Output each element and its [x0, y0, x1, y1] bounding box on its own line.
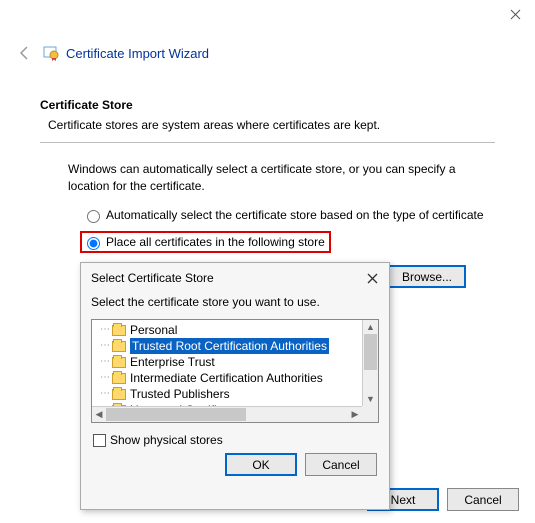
- tree-item[interactable]: ⋯Trusted Root Certification Authorities: [92, 338, 378, 354]
- radio-place-label: Place all certificates in the following …: [106, 235, 325, 249]
- scroll-thumb-h[interactable]: [106, 408, 246, 421]
- scroll-right-icon[interactable]: ▶: [348, 407, 362, 422]
- dialog-title: Select Certificate Store: [91, 271, 214, 285]
- radio-auto-select[interactable]: Automatically select the certificate sto…: [82, 207, 495, 223]
- scroll-thumb-v[interactable]: [364, 334, 377, 370]
- tree-item[interactable]: ⋯Personal: [92, 322, 378, 338]
- dialog-instruction: Select the certificate store you want to…: [81, 289, 389, 319]
- body-text: Windows can automatically select a certi…: [68, 161, 467, 195]
- folder-icon: [112, 325, 126, 336]
- tree-item-label: Trusted Publishers: [130, 386, 230, 402]
- show-physical-stores[interactable]: Show physical stores: [81, 423, 389, 453]
- ok-button[interactable]: OK: [225, 453, 297, 476]
- section-description: Certificate stores are system areas wher…: [40, 118, 495, 132]
- scroll-corner: [362, 406, 378, 422]
- radio-auto-label: Automatically select the certificate sto…: [106, 208, 484, 222]
- tree-item-label: Trusted Root Certification Authorities: [130, 338, 329, 354]
- select-store-dialog: Select Certificate Store Select the cert…: [80, 262, 390, 510]
- scroll-up-icon[interactable]: ▲: [363, 320, 378, 334]
- vertical-scrollbar[interactable]: ▲ ▼: [362, 320, 378, 406]
- tree-item-label: Intermediate Certification Authorities: [130, 370, 323, 386]
- horizontal-scrollbar[interactable]: ◀ ▶: [92, 406, 362, 422]
- certificate-icon: [42, 44, 60, 62]
- tree-item[interactable]: ⋯Enterprise Trust: [92, 354, 378, 370]
- show-physical-label: Show physical stores: [110, 433, 223, 447]
- scroll-left-icon[interactable]: ◀: [92, 407, 106, 422]
- dialog-cancel-button[interactable]: Cancel: [305, 453, 377, 476]
- wizard-title: Certificate Import Wizard: [66, 46, 209, 61]
- browse-button[interactable]: Browse...: [388, 265, 466, 288]
- radio-auto-input[interactable]: [87, 210, 100, 223]
- tree-item[interactable]: ⋯Intermediate Certification Authorities: [92, 370, 378, 386]
- store-tree[interactable]: ⋯Personal⋯Trusted Root Certification Aut…: [91, 319, 379, 423]
- folder-icon: [112, 357, 126, 368]
- tree-item-label: Personal: [130, 322, 177, 338]
- radio-place-input[interactable]: [87, 237, 100, 250]
- cancel-button[interactable]: Cancel: [447, 488, 519, 511]
- tree-item[interactable]: ⋯Trusted Publishers: [92, 386, 378, 402]
- folder-icon: [112, 373, 126, 384]
- tree-item-label: Enterprise Trust: [130, 354, 215, 370]
- show-physical-checkbox[interactable]: [93, 434, 106, 447]
- radio-place-all[interactable]: Place all certificates in the following …: [80, 231, 331, 253]
- divider: [40, 142, 495, 143]
- window-close-icon[interactable]: [507, 6, 523, 22]
- folder-icon: [112, 389, 126, 400]
- back-arrow-icon[interactable]: [12, 40, 38, 66]
- scroll-down-icon[interactable]: ▼: [363, 392, 378, 406]
- dialog-close-icon[interactable]: [363, 269, 381, 287]
- section-heading: Certificate Store: [40, 98, 495, 112]
- folder-icon: [112, 341, 126, 352]
